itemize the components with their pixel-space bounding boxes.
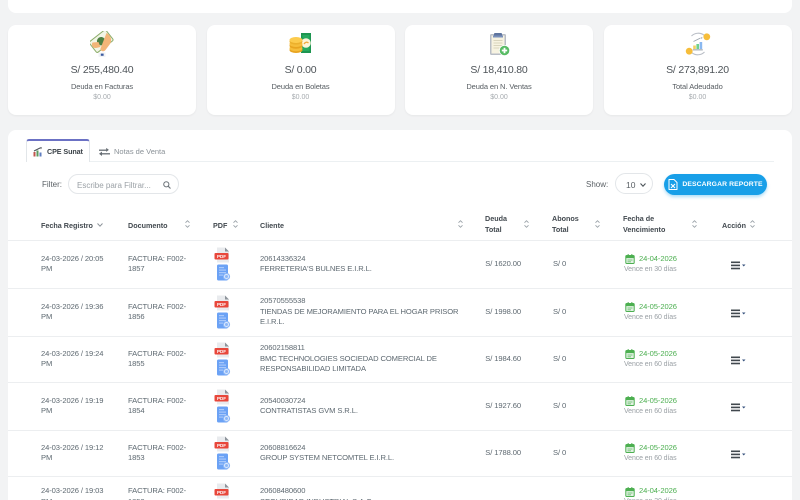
- svg-text:PDF: PDF: [217, 254, 226, 259]
- svg-text:PDF: PDF: [217, 396, 226, 401]
- svg-text:PDF: PDF: [217, 349, 226, 354]
- svg-text:PDF: PDF: [217, 490, 226, 495]
- svg-text:PDF: PDF: [217, 443, 226, 448]
- svg-text:PDF: PDF: [217, 302, 226, 307]
